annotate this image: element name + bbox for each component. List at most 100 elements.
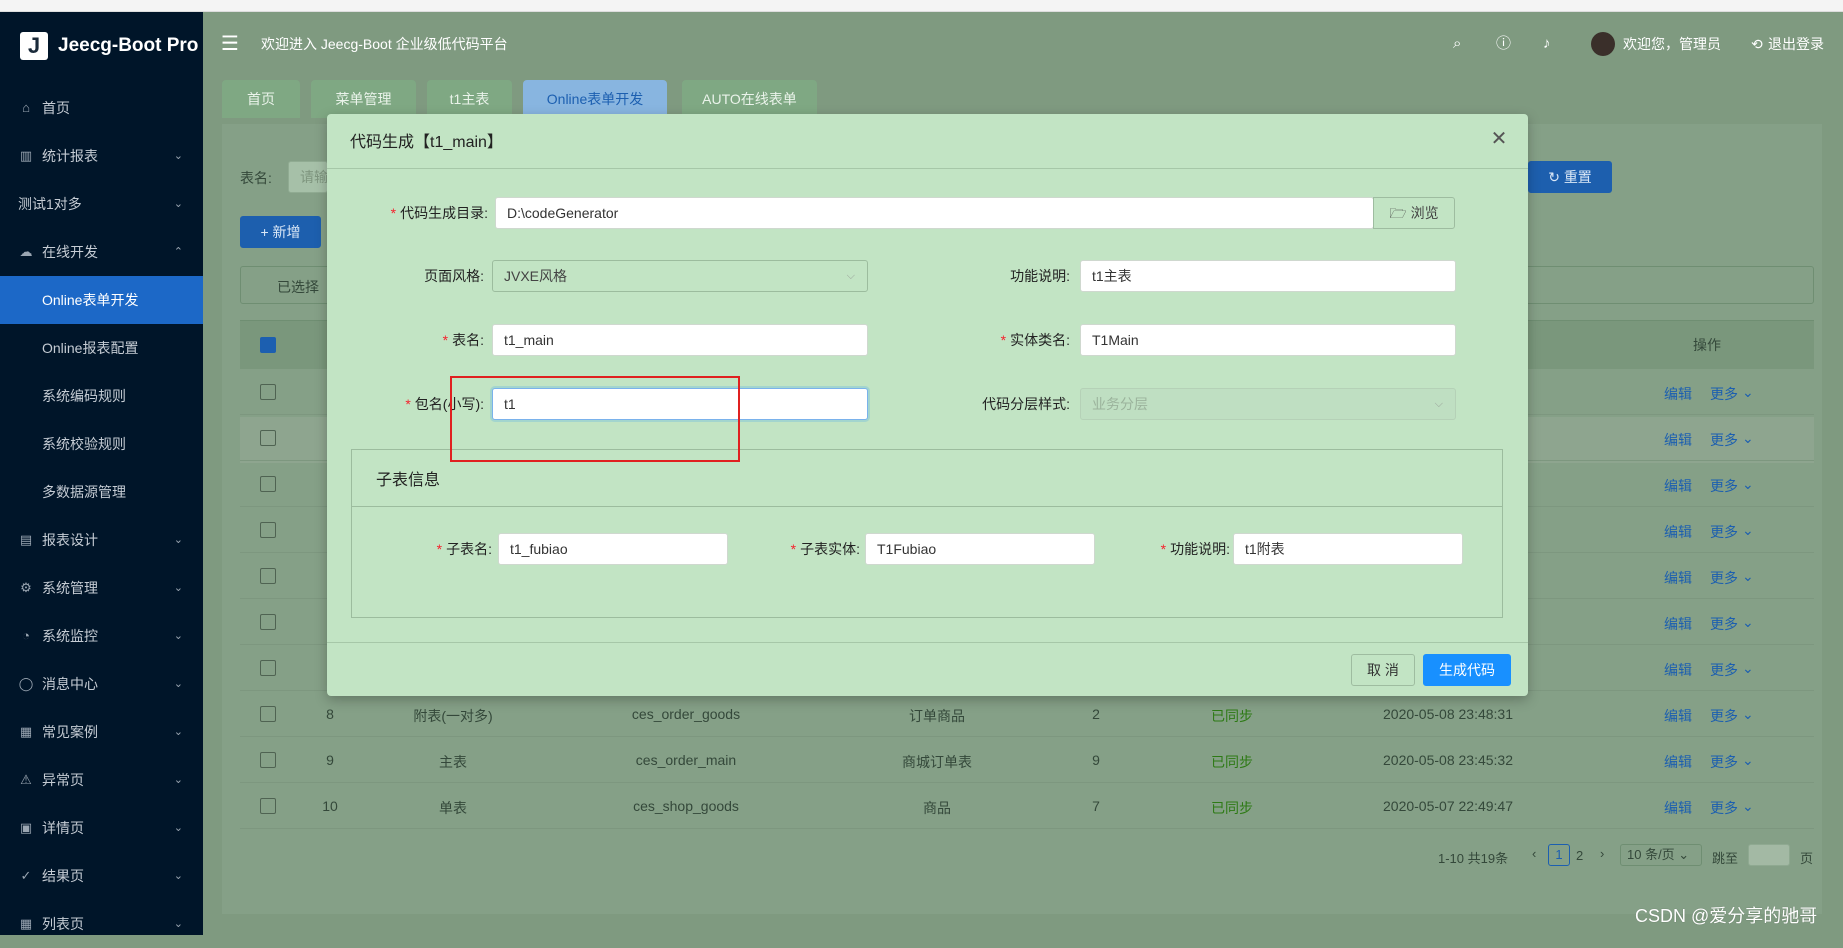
sidebar-item-2[interactable]: 测试1对多 ⌄ [0,180,203,228]
chevron-down-icon: ⌄ [1742,706,1754,722]
chevron-up-icon: ⌃ [173,246,183,258]
help-icon[interactable]: ⓘ [1496,12,1511,76]
more-dropdown[interactable]: 更多 [1710,522,1738,542]
reset-button[interactable]: ↻ 重置 [1528,161,1612,193]
row-checkbox[interactable] [260,614,276,630]
row-checkbox[interactable] [260,476,276,492]
sidebar-item-17[interactable]: ▦ 列表页 ⌄ [0,900,203,948]
sidebar-item-1[interactable]: ▥ 统计报表 ⌄ [0,132,203,180]
sidebar-item-16[interactable]: ✓ 结果页 ⌄ [0,852,203,900]
profile-icon: ▣ [19,820,33,835]
sidebar-item-15[interactable]: ▣ 详情页 ⌄ [0,804,203,852]
cancel-button[interactable]: 取 消 [1351,654,1415,686]
user-greeting[interactable]: 欢迎您，管理员 [1623,12,1721,76]
row-checkbox[interactable] [260,568,276,584]
avatar[interactable] [1591,32,1615,56]
page-unit-label: 页 [1800,851,1814,866]
page-2[interactable]: 2 [1576,848,1583,863]
layer-style-select[interactable]: 业务分层 ⌵ [1080,388,1456,420]
page-size-select[interactable]: 10 条/页 ⌄ [1620,844,1702,866]
sidebar-item-7[interactable]: 系统校验规则 [0,420,203,468]
edit-link[interactable]: 编辑 [1664,476,1692,496]
browse-button[interactable]: 🗁 浏览 [1373,197,1455,229]
edit-link[interactable]: 编辑 [1664,430,1692,450]
edit-link[interactable]: 编辑 [1664,384,1692,404]
more-dropdown[interactable]: 更多 [1710,614,1738,634]
sub-table-entity-input[interactable]: T1Fubiao [865,533,1095,565]
sidebar-item-0[interactable]: ⌂ 首页 [0,84,203,132]
edit-link[interactable]: 编辑 [1664,660,1692,680]
folder-icon: 🗁 [1389,205,1411,221]
edit-link[interactable]: 编辑 [1664,706,1692,726]
sidebar-item-11[interactable]: ◔ 系统监控 ⌄ [0,612,203,660]
close-icon[interactable]: ✕ [1489,128,1509,152]
tab-3[interactable]: Online表单开发 [523,80,667,118]
chevron-down-icon: ⌄ [173,774,183,786]
tab-2[interactable]: t1主表 [427,80,512,118]
edit-link[interactable]: 编辑 [1664,798,1692,818]
col-header-action: 操作 [1693,337,1721,353]
chevron-down-icon: ⌄ [173,870,183,882]
entity-name-input[interactable]: T1Main [1080,324,1456,356]
chevron-down-icon: ⌄ [173,630,183,642]
prev-page-icon[interactable]: ‹ [1532,846,1536,861]
sidebar-item-6[interactable]: 系统编码规则 [0,372,203,420]
sidebar-item-label: 结果页 [42,868,84,884]
filter-table-name-input[interactable]: 请输 [288,161,328,193]
jump-page-input[interactable] [1748,844,1790,866]
table-name-input[interactable]: t1_main [492,324,868,356]
sidebar-item-13[interactable]: ▦ 常见案例 ⌄ [0,708,203,756]
more-dropdown[interactable]: 更多 [1710,798,1738,818]
cell-status: 已同步 [1211,800,1253,816]
more-dropdown[interactable]: 更多 [1710,706,1738,726]
edit-link[interactable]: 编辑 [1664,522,1692,542]
sidebar-item-label: 消息中心 [42,676,98,692]
page-1[interactable]: 1 [1548,844,1570,866]
sidebar-item-5[interactable]: Online报表配置 [0,324,203,372]
logout-icon[interactable]: ⟲ [1751,12,1763,76]
sidebar-item-10[interactable]: ⚙ 系统管理 ⌄ [0,564,203,612]
add-button[interactable]: + 新增 [240,216,321,248]
output-dir-input[interactable]: D:\codeGenerator [495,197,1374,229]
row-checkbox[interactable] [260,384,276,400]
logout-button[interactable]: 退出登录 [1768,12,1824,76]
more-dropdown[interactable]: 更多 [1710,660,1738,680]
more-dropdown[interactable]: 更多 [1710,476,1738,496]
tab-1[interactable]: 菜单管理 [311,80,416,118]
sidebar-item-4[interactable]: Online表单开发 [0,276,203,324]
sidebar-item-3[interactable]: ☁ 在线开发 ⌃ [0,228,203,276]
more-dropdown[interactable]: 更多 [1710,568,1738,588]
row-checkbox[interactable] [260,430,276,446]
sidebar-item-14[interactable]: ⚠ 异常页 ⌄ [0,756,203,804]
sidebar-item-8[interactable]: 多数据源管理 [0,468,203,516]
edit-link[interactable]: 编辑 [1664,614,1692,634]
sidebar-item-label: 系统校验规则 [42,436,126,452]
generate-code-button[interactable]: 生成代码 [1423,654,1511,686]
row-checkbox[interactable] [260,522,276,538]
more-dropdown[interactable]: 更多 [1710,430,1738,450]
sidebar-item-9[interactable]: ▤ 报表设计 ⌄ [0,516,203,564]
cell-name: ces_order_goods [631,706,741,722]
sidebar: J Jeecg-Boot Pro ⌂ 首页 ▥ 统计报表 ⌄ 测试1对多 ⌄ ☁ 在线开发 ⌃ On… [0,12,203,935]
edit-link[interactable]: 编辑 [1664,568,1692,588]
menu-fold-icon[interactable]: ☰ [221,12,239,76]
tab-4[interactable]: AUTO在线表单 [682,80,817,118]
row-checkbox[interactable] [260,660,276,676]
row-divider [240,828,1814,829]
sidebar-item-12[interactable]: ◯ 消息中心 ⌄ [0,660,203,708]
edit-link[interactable]: 编辑 [1664,752,1692,772]
sub-table-desc-input[interactable]: t1附表 [1233,533,1463,565]
next-page-icon[interactable]: › [1600,846,1604,861]
more-dropdown[interactable]: 更多 [1710,752,1738,772]
sub-table-name-input[interactable]: t1_fubiao [498,533,728,565]
select-all-checkbox[interactable] [260,337,276,353]
more-dropdown[interactable]: 更多 [1710,384,1738,404]
page-style-select[interactable]: JVXE风格 ⌵ [492,260,868,292]
tab-0[interactable]: 首页 [222,80,300,118]
bell-icon[interactable]: ♪ [1543,12,1551,76]
layer-style-label: 代码分层样式: [982,396,1070,412]
search-icon[interactable]: ⌕ [1453,12,1461,76]
func-desc-input[interactable]: t1主表 [1080,260,1456,292]
sidebar-item-label: 详情页 [42,820,84,836]
layer-style-value: 业务分层 [1092,396,1148,412]
